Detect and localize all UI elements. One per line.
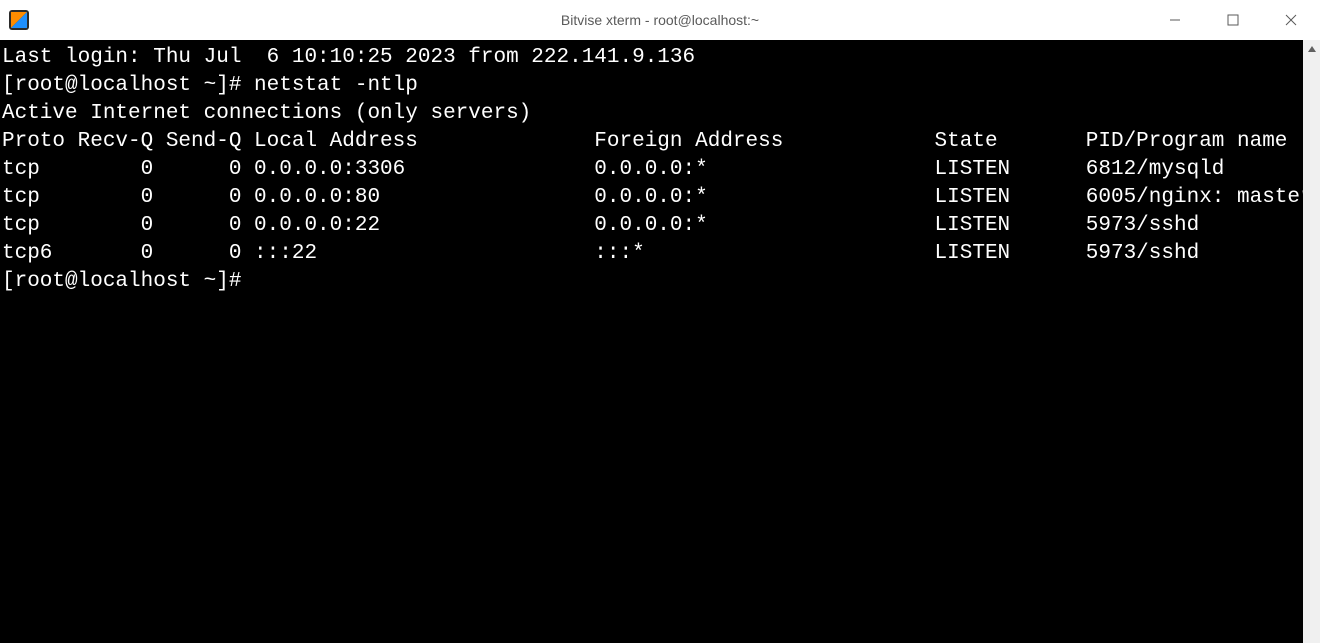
scrollbar-up-icon[interactable] bbox=[1303, 40, 1320, 57]
app-icon bbox=[8, 9, 30, 31]
terminal[interactable]: Last login: Thu Jul 6 10:10:25 2023 from… bbox=[0, 40, 1303, 643]
vertical-scrollbar[interactable] bbox=[1303, 40, 1320, 643]
maximize-button[interactable] bbox=[1204, 0, 1262, 40]
title-bar: Bitvise xterm - root@localhost:~ bbox=[0, 0, 1320, 40]
window-title: Bitvise xterm - root@localhost:~ bbox=[561, 12, 759, 28]
close-button[interactable] bbox=[1262, 0, 1320, 40]
minimize-button[interactable] bbox=[1146, 0, 1204, 40]
window-controls bbox=[1146, 0, 1320, 40]
terminal-container: Last login: Thu Jul 6 10:10:25 2023 from… bbox=[0, 40, 1320, 643]
